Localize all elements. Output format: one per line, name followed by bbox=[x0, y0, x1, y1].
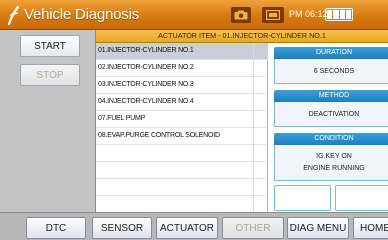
info-panel: DURATION 6 SECONDS METHOD DEACTIVATION C… bbox=[268, 43, 388, 212]
condition-line-2: ENGINE RUNNING bbox=[303, 165, 365, 172]
duration-value: 6 SECONDS bbox=[274, 59, 388, 84]
list-item-label: 07.FUEL PUMP bbox=[98, 115, 146, 122]
tab-other[interactable]: OTHER bbox=[222, 217, 284, 239]
camera-icon[interactable] bbox=[231, 7, 251, 23]
bottom-tab-bar: DTC SENSOR ACTUATOR OTHER DIAG MENU HOME bbox=[0, 212, 388, 240]
tab-diag-menu[interactable]: DIAG MENU bbox=[287, 217, 349, 239]
method-value: DEACTIVATION bbox=[274, 102, 388, 127]
header-text: ACTUATOR ITEM - 01.INJECTOR-CYLINDER NO.… bbox=[158, 31, 326, 40]
empty-slot-2 bbox=[335, 185, 388, 211]
title-bar: Vehicle Diagnosis PM 06:12 bbox=[0, 0, 388, 30]
actuator-list: 01.INJECTOR-CYLINDER NO.1 02.INJECTOR-CY… bbox=[96, 43, 268, 212]
actuator-item-header: ACTUATOR ITEM - 01.INJECTOR-CYLINDER NO.… bbox=[96, 30, 388, 43]
tab-dtc[interactable]: DTC bbox=[26, 217, 86, 239]
list-item[interactable]: 02.INJECTOR-CYLINDER NO.2 bbox=[96, 60, 268, 77]
list-item[interactable]: 03.INJECTOR-CYLINDER NO.3 bbox=[96, 77, 268, 94]
tab-sensor[interactable]: SENSOR bbox=[92, 217, 152, 239]
list-item-label: 08.EVAP.PURGE CONTROL SOLENOID bbox=[98, 132, 220, 139]
tab-actuator[interactable]: ACTUATOR bbox=[156, 217, 218, 239]
condition-title: CONDITION bbox=[274, 133, 388, 145]
battery-icon bbox=[325, 8, 353, 21]
list-item-label: 02.INJECTOR-CYLINDER NO.2 bbox=[98, 64, 194, 71]
list-item-empty bbox=[96, 196, 268, 213]
list-item-label: 04.INJECTOR-CYLINDER NO.4 bbox=[98, 98, 194, 105]
start-button[interactable]: START bbox=[20, 35, 80, 57]
list-item[interactable]: 01.INJECTOR-CYLINDER NO.1 bbox=[96, 43, 268, 60]
list-item-label: 03.INJECTOR-CYLINDER NO.3 bbox=[98, 81, 194, 88]
empty-slot-1 bbox=[274, 185, 331, 211]
logo-icon bbox=[7, 5, 20, 26]
app-title: Vehicle Diagnosis bbox=[24, 6, 140, 23]
list-item-empty bbox=[96, 145, 268, 162]
stop-button[interactable]: STOP bbox=[20, 64, 80, 86]
condition-line-1: IG.KEY ON bbox=[316, 153, 352, 160]
duration-title: DURATION bbox=[274, 47, 388, 59]
method-title: METHOD bbox=[274, 90, 388, 102]
vehicle-diagnosis-screen: Vehicle Diagnosis PM 06:12 START STOP AC… bbox=[0, 0, 388, 240]
list-item[interactable]: 04.INJECTOR-CYLINDER NO.4 bbox=[96, 94, 268, 111]
list-item[interactable]: 08.EVAP.PURGE CONTROL SOLENOID bbox=[96, 128, 268, 145]
list-item[interactable]: 07.FUEL PUMP bbox=[96, 111, 268, 128]
clock: PM 06:12 bbox=[289, 9, 328, 19]
screen-icon[interactable] bbox=[262, 7, 284, 23]
list-item-empty bbox=[96, 179, 268, 196]
list-item-empty bbox=[96, 162, 268, 179]
condition-value: IG.KEY ON ENGINE RUNNING bbox=[274, 145, 388, 181]
list-item-label: 01.INJECTOR-CYLINDER NO.1 bbox=[98, 47, 194, 54]
control-panel: START STOP bbox=[0, 30, 96, 212]
tab-home[interactable]: HOME bbox=[353, 217, 388, 239]
